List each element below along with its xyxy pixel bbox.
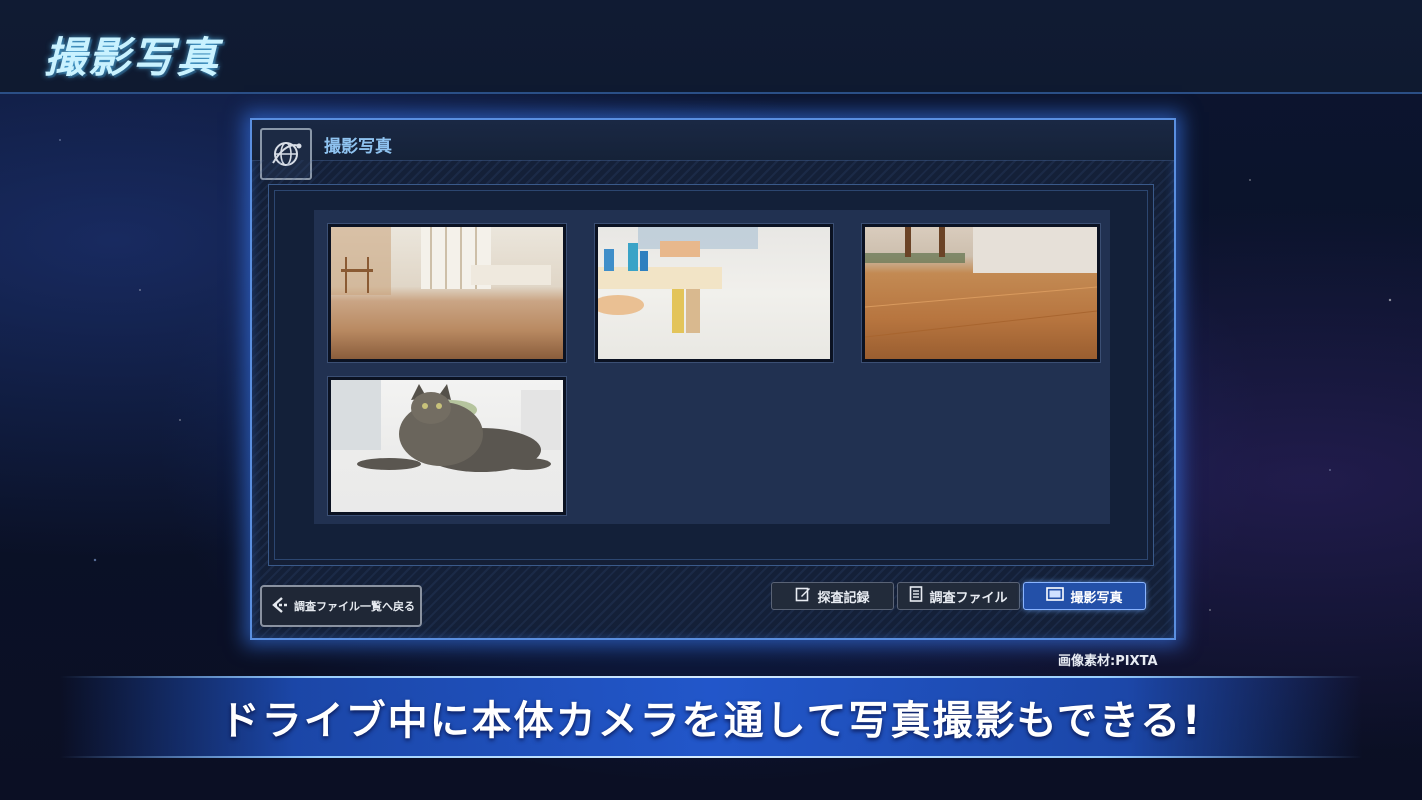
tab-exploration-log[interactable]: 探査記録: [771, 582, 894, 610]
tab-label: 調査ファイル: [929, 590, 1008, 606]
photo-thumbnail-living-room[interactable]: [328, 224, 566, 362]
image-credit: 画像素材:PIXTA: [1058, 654, 1158, 669]
back-button-label: 調査ファイル一覧へ戻る: [294, 600, 415, 613]
photo-grid: [314, 210, 1110, 524]
window-titlebar: 撮影写真: [252, 120, 1174, 180]
photo-frame-icon: [1046, 587, 1065, 605]
tab-label: 撮影写真: [1070, 590, 1123, 606]
page-title: 撮影写真: [44, 33, 221, 82]
photo-thumbnail-toy-blocks[interactable]: [595, 224, 833, 362]
document-icon: [909, 586, 923, 606]
back-arrow-icon: [268, 594, 290, 619]
page-header: 撮影写真: [0, 0, 1422, 94]
photo-window: 撮影写真 調査ファイル一覧へ戻る 探査記録 調査ファイル 撮影写真: [250, 118, 1176, 640]
photo-thumbnail-cat[interactable]: [328, 377, 566, 515]
back-to-file-list-button[interactable]: 調査ファイル一覧へ戻る: [260, 585, 422, 627]
tab-label: 探査記録: [817, 590, 870, 606]
caption-banner: ドライブ中に本体カメラを通して写真撮影もできる!: [60, 676, 1362, 758]
photo-thumbnail-wood-floor[interactable]: [862, 224, 1100, 362]
caption-text: ドライブ中に本体カメラを通して写真撮影もできる!: [219, 698, 1203, 744]
tab-photos[interactable]: 撮影写真: [1023, 582, 1146, 610]
window-title: 撮影写真: [324, 137, 392, 157]
edit-icon: [795, 586, 811, 606]
tab-investigation-file[interactable]: 調査ファイル: [897, 582, 1020, 610]
